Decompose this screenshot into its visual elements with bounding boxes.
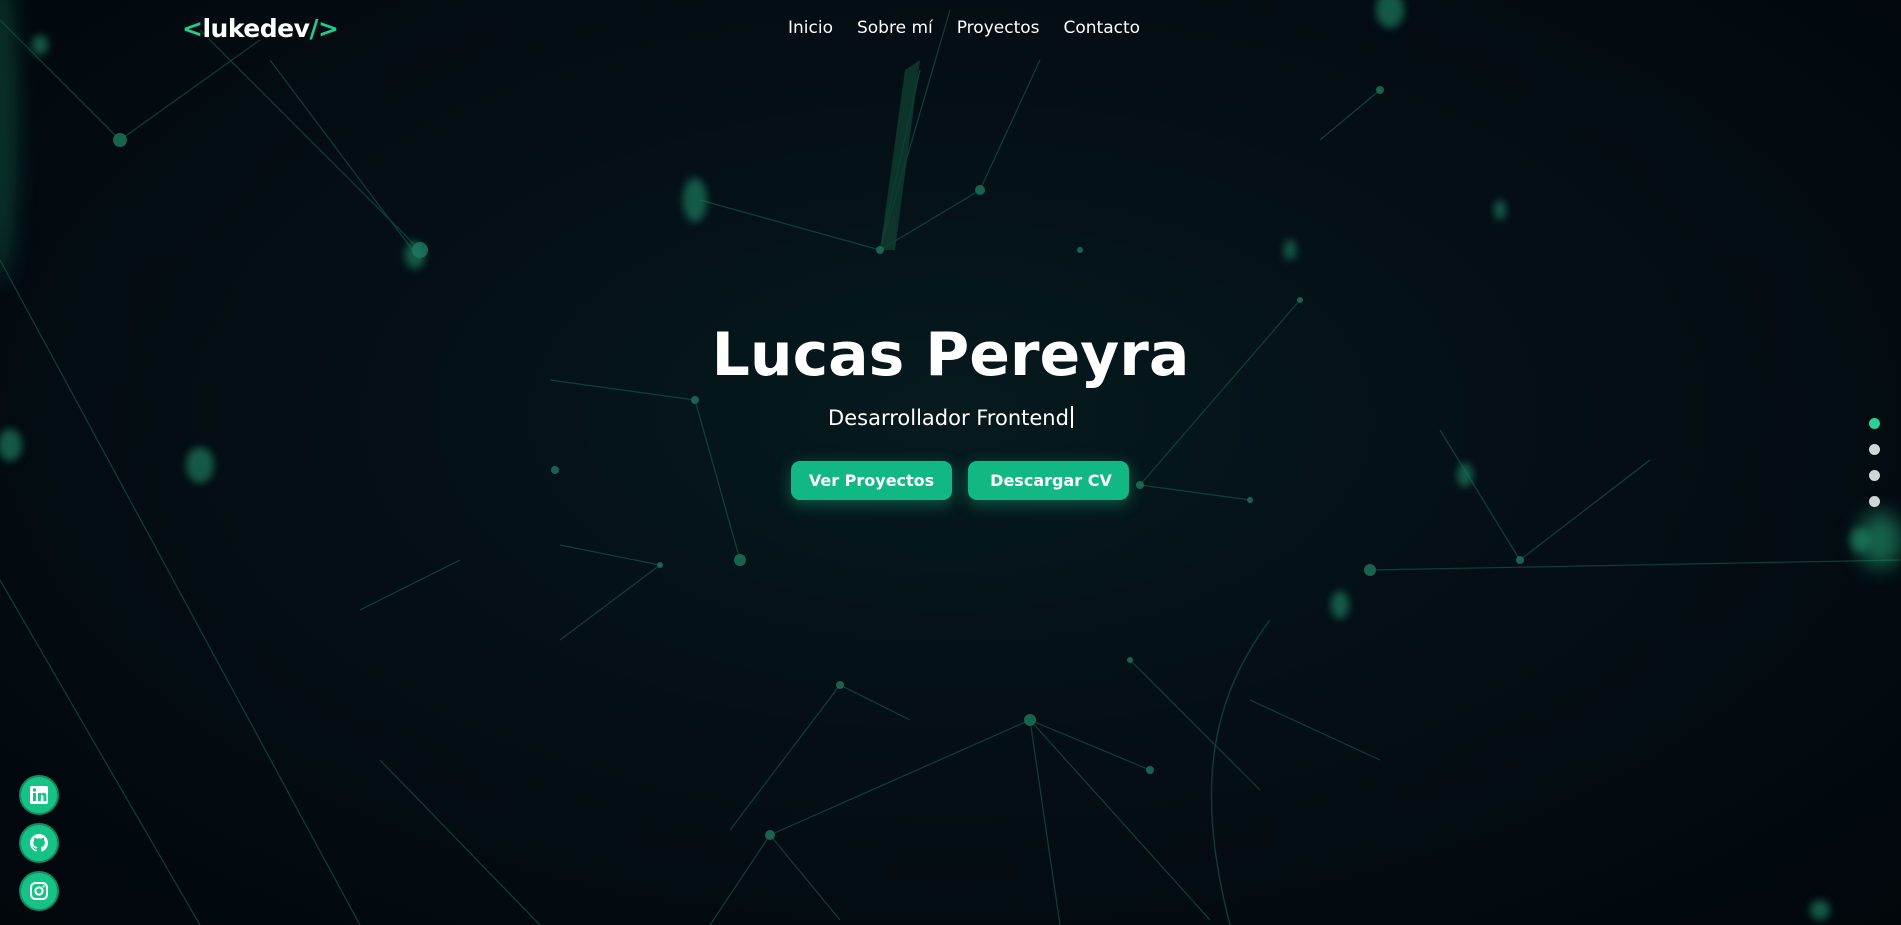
page: <lukedev/> Inicio Sobre mí Proyectos Con… — [0, 0, 1901, 925]
social-links — [19, 775, 59, 919]
hero-title: Lucas Pereyra — [711, 320, 1190, 390]
section-indicator — [1869, 418, 1880, 522]
hero-section: Lucas Pereyra Desarrollador Frontend Ver… — [0, 0, 1901, 925]
instagram-icon — [30, 882, 48, 900]
hero-actions: Ver Proyectos Descargar CV — [791, 461, 1129, 500]
linkedin-icon — [30, 786, 48, 804]
download-cv-label: Descargar CV — [990, 471, 1112, 490]
hero-subtitle-text: Desarrollador Frontend — [828, 406, 1069, 430]
section-dot-1[interactable] — [1869, 418, 1880, 429]
hero-subtitle: Desarrollador Frontend — [0, 406, 1901, 430]
download-cv-button[interactable]: Descargar CV — [968, 461, 1129, 500]
section-dot-3[interactable] — [1869, 470, 1880, 481]
github-button[interactable] — [19, 823, 59, 863]
linkedin-button[interactable] — [19, 775, 59, 815]
github-icon — [30, 834, 48, 852]
section-dot-4[interactable] — [1869, 496, 1880, 507]
view-projects-label: Ver Proyectos — [808, 471, 935, 490]
view-projects-button[interactable]: Ver Proyectos — [791, 461, 952, 500]
typing-caret — [1070, 406, 1073, 428]
instagram-button[interactable] — [19, 871, 59, 911]
section-dot-2[interactable] — [1869, 444, 1880, 455]
